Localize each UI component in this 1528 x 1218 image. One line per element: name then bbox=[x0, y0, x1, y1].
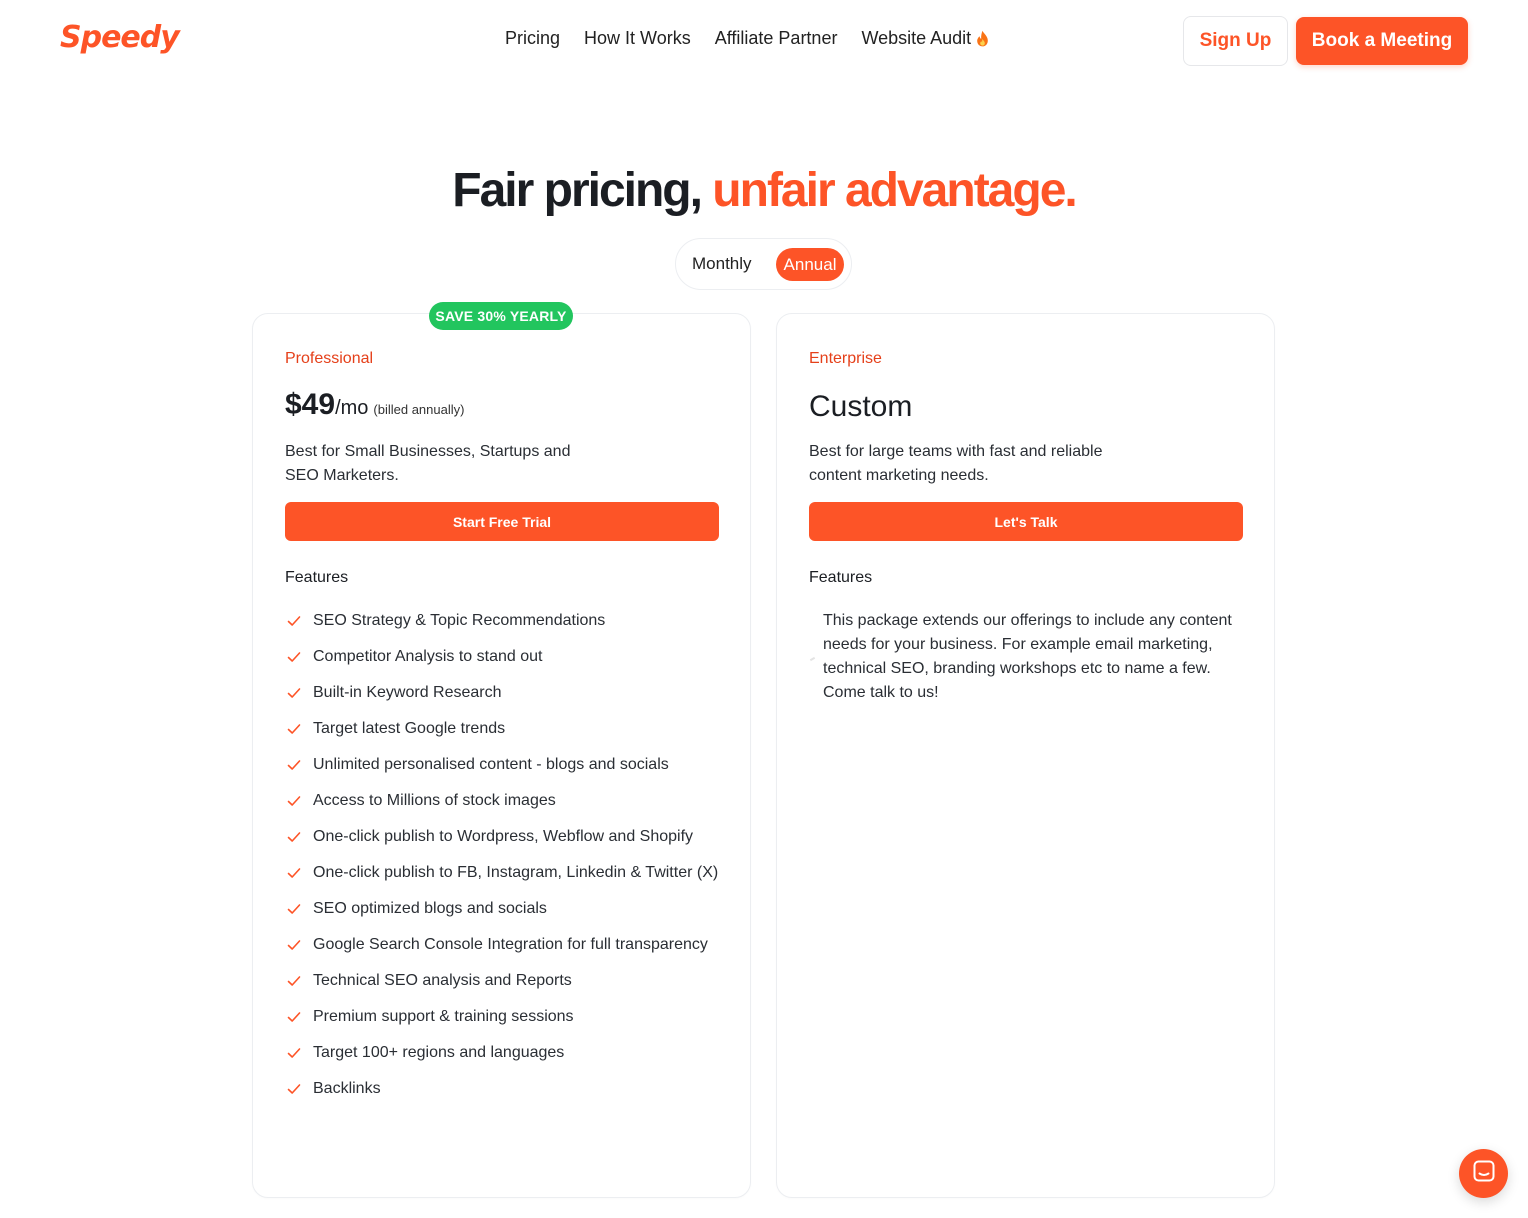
feature-label: Built-in Keyword Research bbox=[313, 684, 502, 701]
check-icon bbox=[287, 796, 301, 806]
feature-item: One-click publish to FB, Instagram, Link… bbox=[285, 861, 725, 885]
check-icon bbox=[287, 616, 301, 626]
chat-launcher-button[interactable] bbox=[1459, 1149, 1508, 1198]
check-icon bbox=[287, 1084, 301, 1094]
chat-icon bbox=[1473, 1160, 1495, 1187]
billing-toggle: Monthly Annual bbox=[675, 238, 852, 290]
feature-item: Target latest Google trends bbox=[285, 717, 725, 741]
feature-item: Technical SEO analysis and Reports bbox=[285, 969, 725, 993]
feature-label: SEO optimized blogs and socials bbox=[313, 900, 547, 917]
feature-label: Competitor Analysis to stand out bbox=[313, 648, 543, 665]
lets-talk-button[interactable]: Let's Talk bbox=[809, 502, 1243, 541]
feature-item: Competitor Analysis to stand out bbox=[285, 645, 725, 669]
features-heading: Features bbox=[809, 569, 873, 586]
price-amount: $49 bbox=[285, 388, 336, 421]
feature-item: Backlinks bbox=[285, 1077, 725, 1101]
toggle-annual[interactable]: Annual bbox=[776, 248, 844, 281]
feature-item: Unlimited personalised content - blogs a… bbox=[285, 753, 725, 777]
enterprise-features-text: This package extends our offerings to in… bbox=[823, 612, 1232, 701]
check-icon bbox=[287, 904, 301, 914]
save-badge: SAVE 30% YEARLY bbox=[429, 302, 573, 330]
speedy-logo[interactable]: Speedy bbox=[60, 20, 180, 55]
nav-affiliate-partner-label: Affiliate Partner bbox=[714, 28, 838, 48]
feature-item: SEO optimized blogs and socials bbox=[285, 897, 725, 921]
price-line: $49 /mo (billed annually) bbox=[285, 388, 464, 422]
check-icon bbox=[287, 1048, 301, 1058]
nav-pricing[interactable]: Pricing bbox=[505, 28, 560, 49]
nav-pricing-label: Pricing bbox=[505, 28, 561, 48]
main-nav: Pricing How It Works Affiliate Partner W… bbox=[505, 28, 989, 49]
professional-plan-card: Professional $49 /mo (billed annually) B… bbox=[252, 313, 751, 1198]
check-icon bbox=[287, 652, 301, 662]
nav-affiliate-partner[interactable]: Affiliate Partner bbox=[715, 28, 838, 49]
price-custom: Custom bbox=[809, 390, 913, 423]
feature-item: Built-in Keyword Research bbox=[285, 681, 725, 705]
feature-item: SEO Strategy & Topic Recommendations bbox=[285, 609, 725, 633]
feature-label: Premium support & training sessions bbox=[313, 1008, 574, 1025]
nav-how-it-works[interactable]: How It Works bbox=[584, 28, 691, 49]
plan-description: Best for Small Businesses, Startups and … bbox=[285, 443, 571, 484]
feature-label: Target latest Google trends bbox=[313, 720, 506, 737]
nav-website-audit-label: Website Audit bbox=[861, 28, 972, 48]
check-icon bbox=[287, 688, 301, 698]
check-icon bbox=[287, 760, 301, 770]
feature-label: Target 100+ regions and languages bbox=[313, 1044, 565, 1061]
feature-item: Google Search Console Integration for fu… bbox=[285, 933, 725, 957]
feature-label: One-click publish to Wordpress, Webflow … bbox=[313, 828, 694, 845]
feature-label: Technical SEO analysis and Reports bbox=[313, 972, 572, 989]
plan-description: Best for large teams with fast and relia… bbox=[809, 443, 1103, 484]
flame-icon bbox=[976, 30, 989, 47]
price-unit: /mo bbox=[335, 397, 369, 419]
price-note: (billed annually) bbox=[373, 402, 465, 417]
features-heading: Features bbox=[285, 569, 349, 586]
start-free-trial-button[interactable]: Start Free Trial bbox=[285, 502, 719, 541]
check-icon bbox=[287, 976, 301, 986]
feature-label: One-click publish to FB, Instagram, Link… bbox=[313, 864, 719, 881]
feature-label: Unlimited personalised content - blogs a… bbox=[313, 756, 669, 773]
plan-name: Enterprise bbox=[809, 350, 882, 367]
book-meeting-button[interactable]: Book a Meeting bbox=[1296, 17, 1468, 65]
page-title: Fair pricing, unfair advantage. bbox=[0, 163, 1528, 218]
title-main: Fair pricing, bbox=[452, 164, 713, 217]
enterprise-plan-card: Enterprise Custom Best for large teams w… bbox=[776, 313, 1275, 1198]
feature-item: Target 100+ regions and languages bbox=[285, 1041, 725, 1065]
check-icon bbox=[287, 832, 301, 842]
check-icon bbox=[287, 1012, 301, 1022]
feature-label: Access to Millions of stock images bbox=[313, 792, 556, 809]
feature-label: Google Search Console Integration for fu… bbox=[313, 936, 708, 953]
plan-name: Professional bbox=[285, 350, 374, 367]
feature-label: SEO Strategy & Topic Recommendations bbox=[313, 612, 606, 629]
toggle-monthly[interactable]: Monthly bbox=[692, 254, 752, 274]
feature-item: Premium support & training sessions bbox=[285, 1005, 725, 1029]
check-icon bbox=[287, 724, 301, 734]
nav-website-audit[interactable]: Website Audit bbox=[861, 28, 989, 49]
feature-item: One-click publish to Wordpress, Webflow … bbox=[285, 825, 725, 849]
faint-check-icon bbox=[809, 656, 816, 662]
feature-label: Backlinks bbox=[313, 1080, 381, 1097]
nav-how-it-works-label: How It Works bbox=[584, 28, 691, 48]
check-icon bbox=[287, 940, 301, 950]
feature-list: SEO Strategy & Topic Recommendations Comp… bbox=[285, 609, 725, 1113]
sign-up-button[interactable]: Sign Up bbox=[1183, 16, 1288, 66]
check-icon bbox=[287, 868, 301, 878]
feature-item: Access to Millions of stock images bbox=[285, 789, 725, 813]
site-header: Speedy Pricing How It Works Affiliate Pa… bbox=[0, 0, 1528, 84]
title-accent: unfair advantage. bbox=[712, 164, 1077, 217]
